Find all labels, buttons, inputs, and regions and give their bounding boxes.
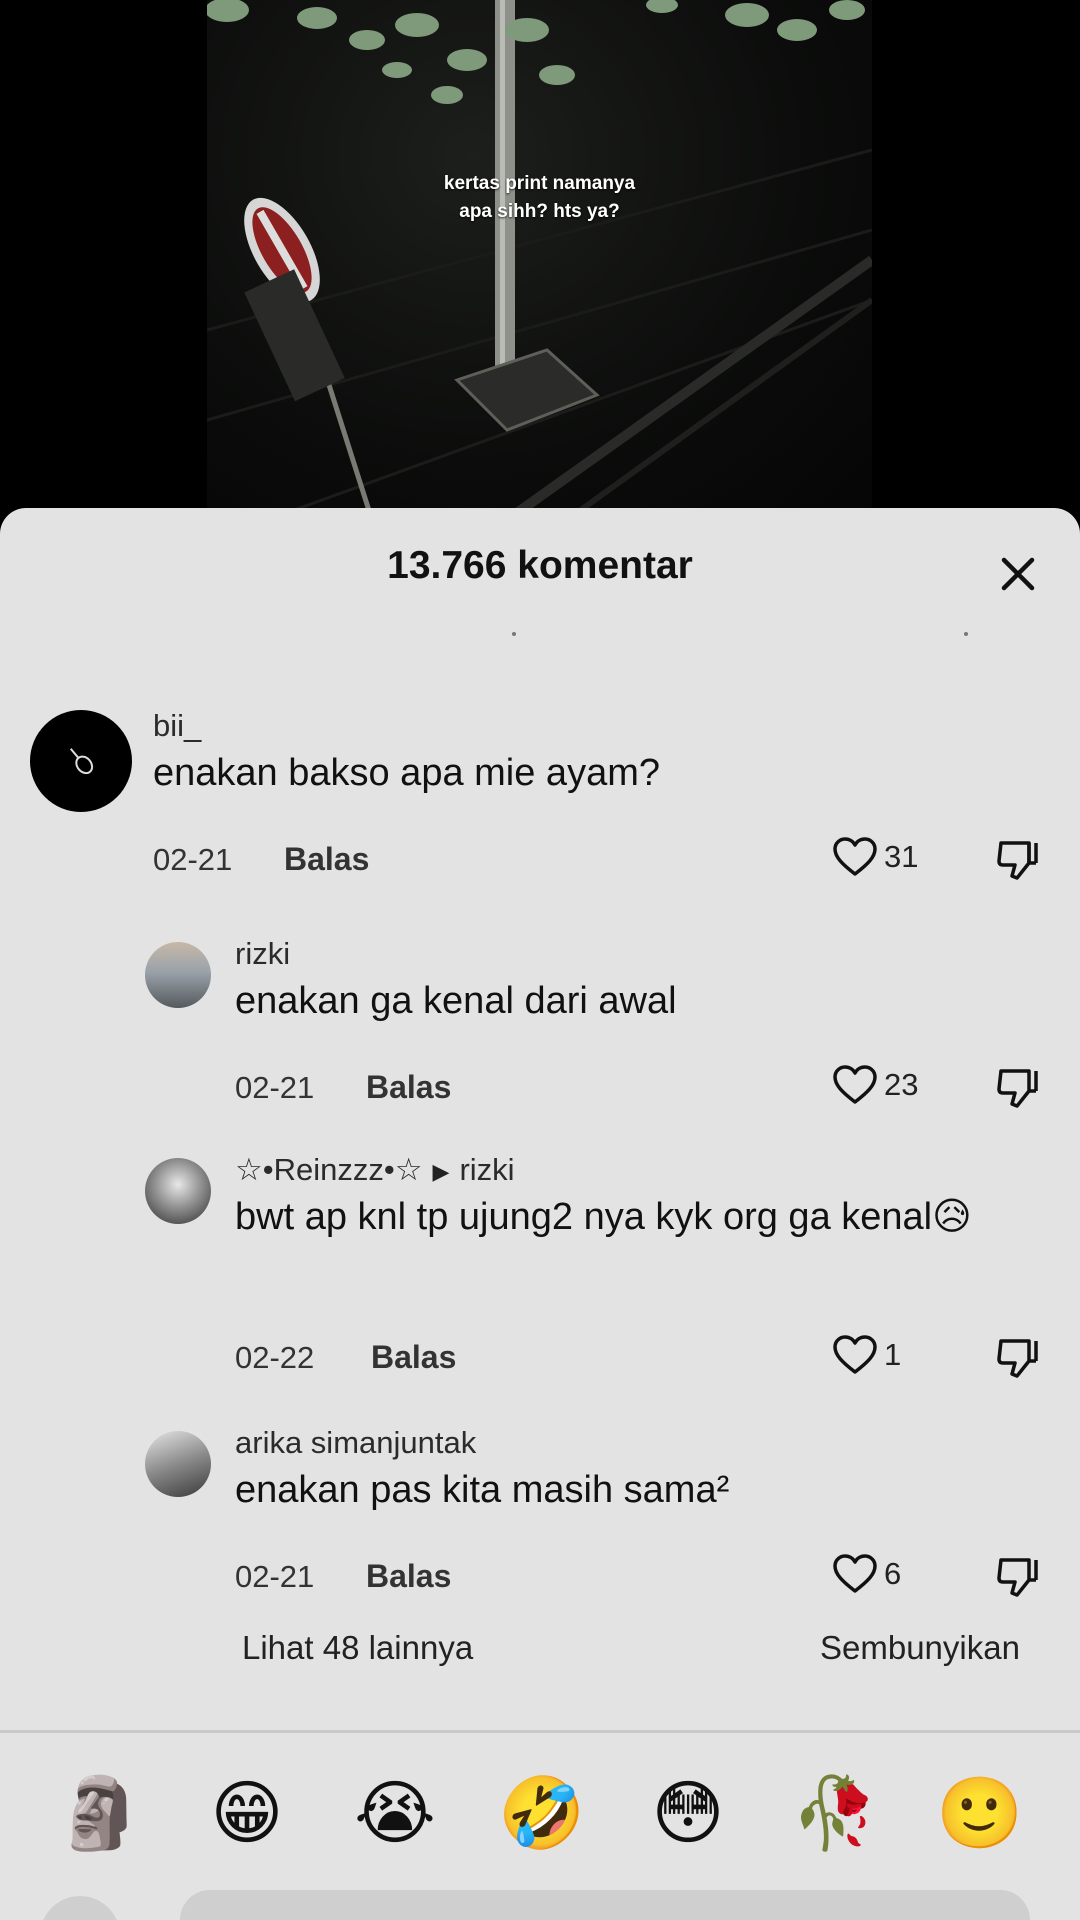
comment-username-line: ☆•Reinzzz•☆ ▶ rizki (235, 1152, 515, 1188)
divider (0, 1730, 1080, 1733)
like-count: 23 (884, 1067, 919, 1102)
view-more-replies-link[interactable]: Lihat 48 lainnya (242, 1629, 473, 1667)
thumbs-down-icon (997, 1069, 1038, 1108)
heart-icon (833, 1554, 877, 1593)
video-player[interactable]: kertas print namanya apa sihh? hts ya? (207, 0, 872, 520)
thumbs-down-icon (997, 841, 1038, 880)
flushed-emoji-button[interactable]: 😳 (643, 1768, 733, 1858)
reply-button[interactable]: Balas (284, 841, 369, 878)
comment-text: enakan ga kenal dari awal (235, 980, 677, 1022)
rofl-emoji-button[interactable]: 🤣 (497, 1768, 587, 1858)
like-count: 31 (884, 839, 919, 874)
comment-date: 02-21 (235, 1559, 315, 1594)
comment-username[interactable]: rizki (235, 936, 290, 972)
reply-arrow-icon: ▶ (432, 1158, 450, 1184)
reply-button[interactable]: Balas (366, 1069, 451, 1106)
grinning-emoji-button[interactable]: 😁 (202, 1768, 292, 1858)
comment-text: enakan bakso apa mie ayam? (153, 752, 660, 794)
comment-username[interactable]: ☆•Reinzzz•☆ (235, 1152, 423, 1187)
sad-face-icon: 😥 (932, 1196, 972, 1238)
comment-username[interactable]: arika simanjuntak (235, 1425, 476, 1461)
dislike-button[interactable] (995, 1555, 1039, 1599)
video-caption: kertas print namanya apa sihh? hts ya? (207, 170, 872, 226)
comment-count-title: 13.766 komentar (387, 544, 693, 587)
heart-icon (833, 1065, 877, 1104)
separator-dot (964, 632, 968, 636)
dislike-button[interactable] (995, 1336, 1039, 1380)
comment-username[interactable]: bii_ (153, 708, 201, 744)
heart-icon (833, 1335, 877, 1374)
app-root: kertas print namanya apa sihh? hts ya? 1… (0, 0, 1080, 1920)
hide-replies-link[interactable]: Sembunyikan (820, 1629, 1020, 1667)
like-count: 6 (884, 1556, 902, 1591)
guitar-icon (69, 748, 94, 775)
comment-date: 02-21 (235, 1070, 315, 1105)
reply-button[interactable]: Balas (366, 1558, 451, 1595)
dislike-button[interactable] (995, 838, 1039, 882)
avatar[interactable] (145, 942, 211, 1008)
user-avatar (40, 1896, 120, 1920)
dislike-button[interactable] (995, 1066, 1039, 1110)
heart-icon (833, 837, 877, 876)
close-icon (1001, 557, 1035, 591)
moai-emoji-button[interactable]: 🗿 (55, 1768, 145, 1858)
crying-emoji-button[interactable]: 😭 (350, 1768, 440, 1858)
caption-line-1: kertas print namanya (443, 173, 636, 194)
comment-date: 02-22 (235, 1340, 315, 1375)
thumbs-down-icon (997, 1558, 1038, 1597)
wilted-rose-emoji-button[interactable]: 🥀 (790, 1768, 880, 1858)
thumbs-down-icon (997, 1339, 1038, 1378)
like-button[interactable]: 6 (832, 1553, 901, 1595)
comment-input[interactable] (180, 1890, 1030, 1920)
reply-to-username[interactable]: rizki (459, 1152, 514, 1187)
comments-sheet: 13.766 komentar bii_ enakan bakso apa mi… (0, 508, 1080, 1920)
like-button[interactable]: 31 (832, 836, 918, 878)
close-button[interactable] (990, 546, 1046, 602)
smiling-emoji-button[interactable]: 🙂 (935, 1768, 1025, 1858)
like-button[interactable]: 23 (832, 1064, 918, 1106)
separator-dot (512, 632, 516, 636)
comment-date: 02-21 (153, 842, 233, 877)
comment-text: bwt ap knl tp ujung2 nya kyk org ga kena… (235, 1190, 975, 1244)
caption-line-2: apa sihh? hts ya? (459, 201, 620, 222)
like-count: 1 (884, 1337, 902, 1372)
sheet-header: 13.766 komentar (0, 508, 1080, 636)
video-frame-scene (207, 0, 872, 520)
avatar[interactable] (145, 1158, 211, 1224)
avatar[interactable] (30, 710, 132, 812)
like-button[interactable]: 1 (832, 1334, 901, 1376)
comment-text-body: bwt ap knl tp ujung2 nya kyk org ga kena… (235, 1196, 933, 1238)
emoji-quick-bar: 🗿 😁 😭 🤣 😳 🥀 🙂 (0, 1768, 1080, 1878)
reply-button[interactable]: Balas (371, 1339, 456, 1376)
avatar[interactable] (145, 1431, 211, 1497)
comment-text: enakan pas kita masih sama² (235, 1469, 730, 1511)
